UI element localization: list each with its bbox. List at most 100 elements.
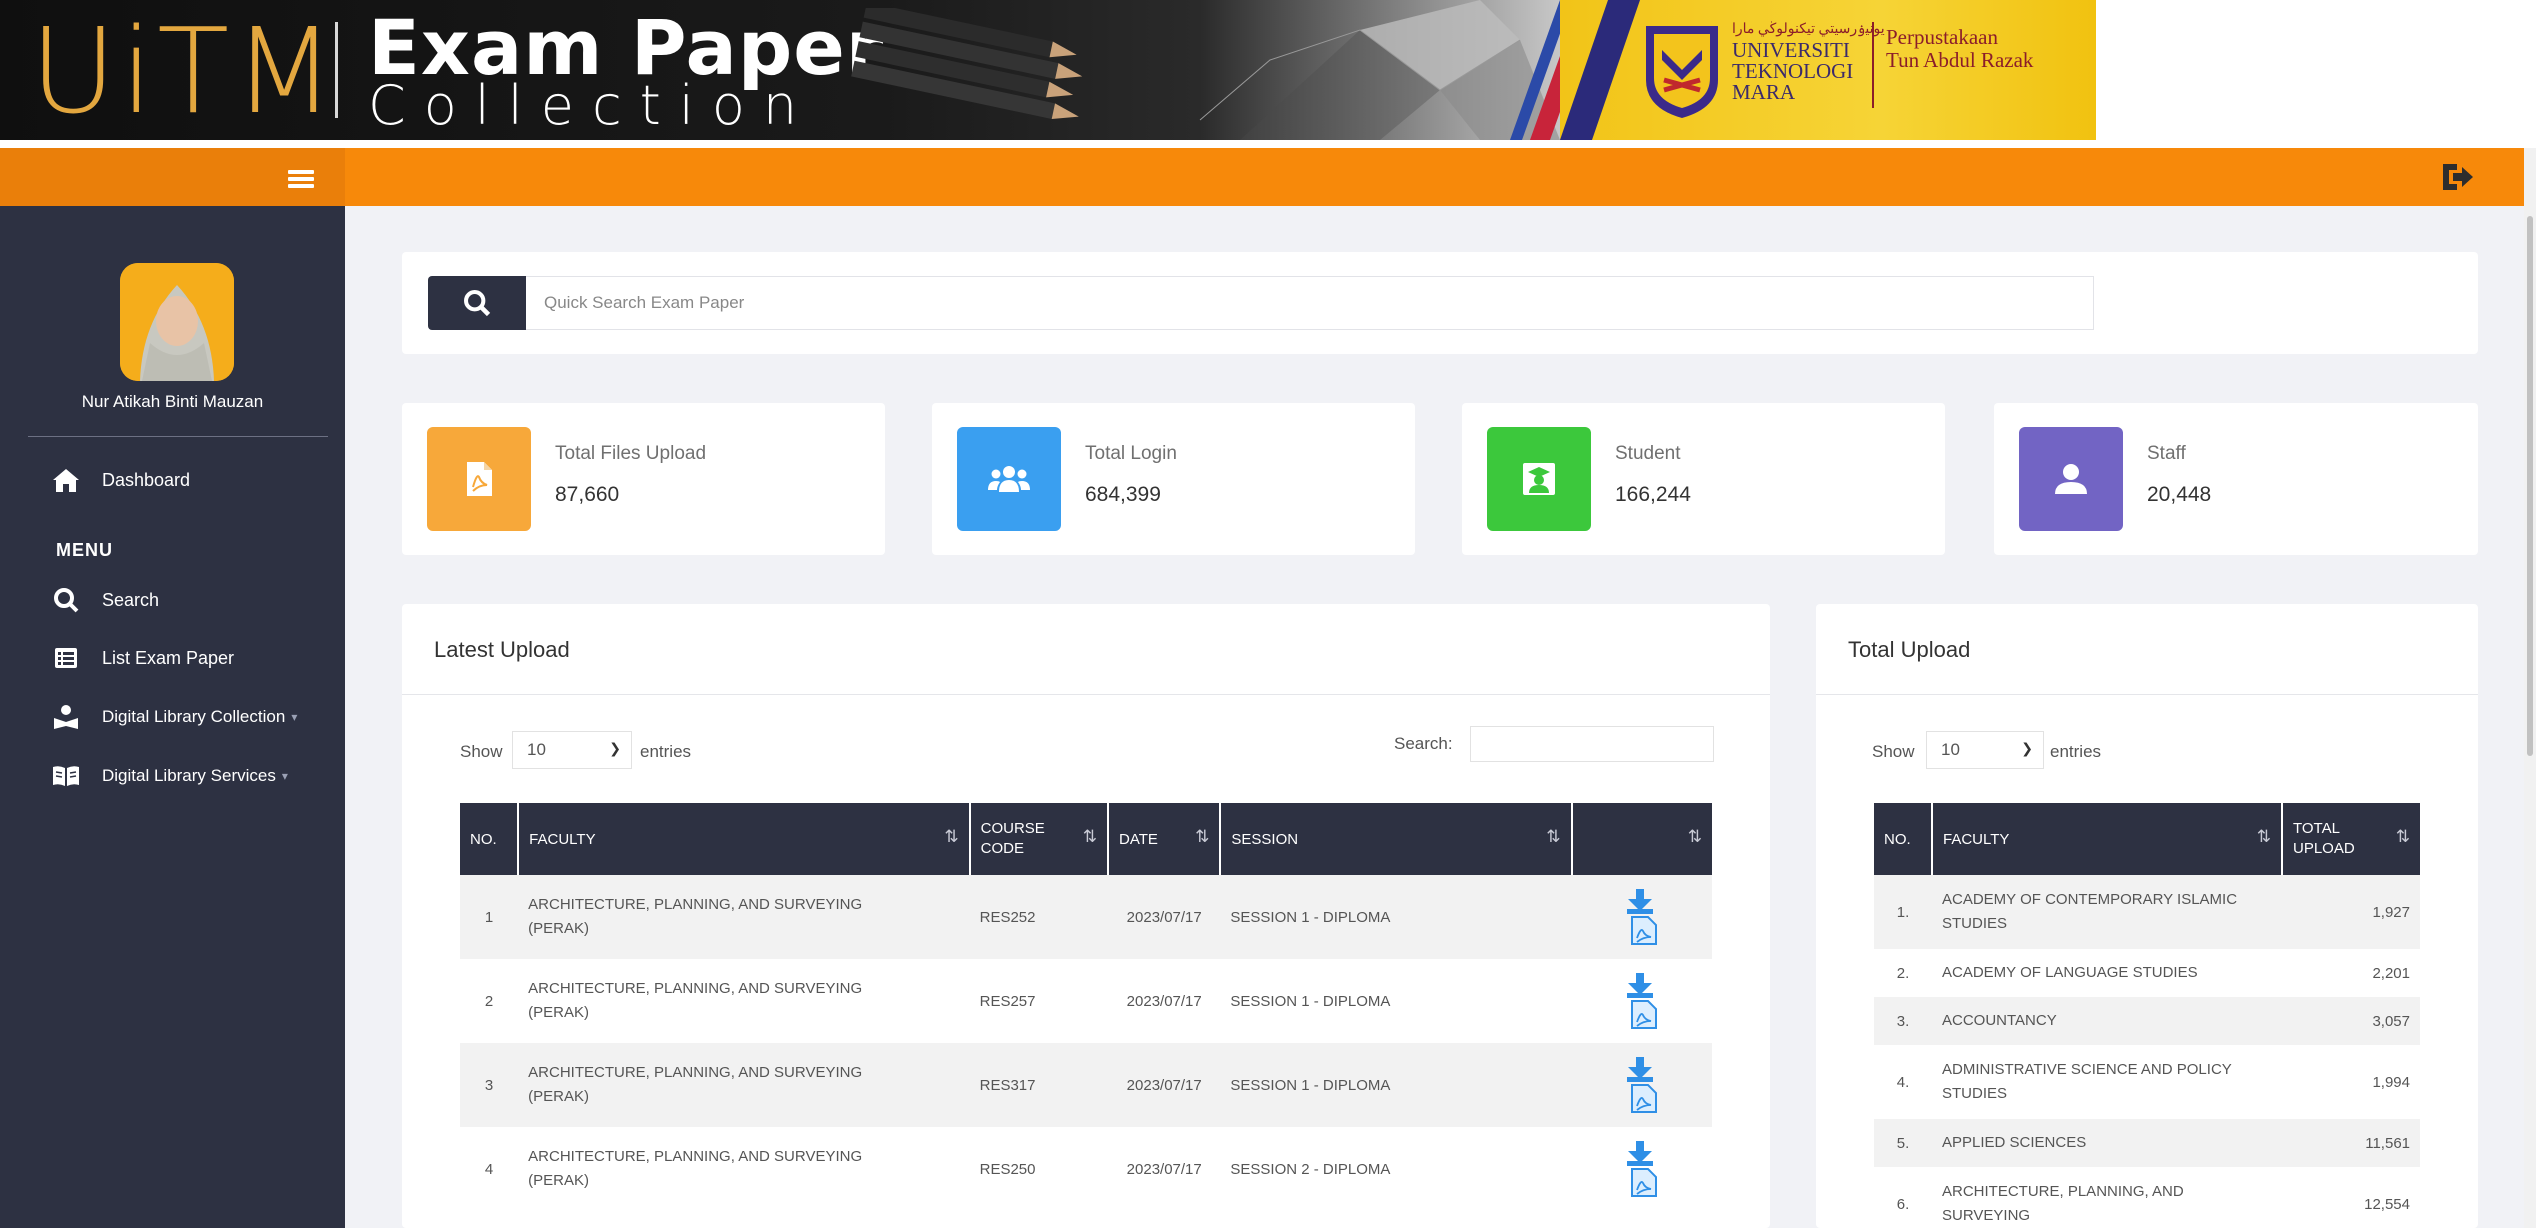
panel-divider	[402, 694, 1770, 695]
sidebar-item-digital-library-collection[interactable]: Digital Library Collection ▾	[52, 703, 297, 731]
table-row: 1 ARCHITECTURE, PLANNING, AND SURVEYING (P…	[460, 875, 1712, 959]
sidebar-item-digital-library-services[interactable]: Digital Library Services ▾	[52, 762, 288, 790]
column-header-no[interactable]: NO.	[460, 803, 520, 875]
column-header-download[interactable]: ⇅	[1571, 803, 1712, 875]
table-row: 4 ARCHITECTURE, PLANNING, AND SURVEYING (P…	[460, 1127, 1712, 1211]
column-header-faculty[interactable]: FACULTY ⇅	[518, 803, 971, 875]
cell-no: 5.	[1874, 1119, 1932, 1167]
show-label: Show	[460, 742, 503, 761]
table-row: 3 ARCHITECTURE, PLANNING, AND SURVEYING (P…	[460, 1043, 1712, 1127]
quick-search-input[interactable]	[526, 276, 2094, 330]
sidebar-item-label: Digital Library Collection	[102, 707, 286, 726]
table-search-input[interactable]	[1470, 726, 1714, 762]
cell-faculty: ARCHITECTURE, PLANNING, AND SURVEYING (PE…	[518, 1127, 970, 1211]
users-icon	[957, 427, 1061, 531]
graduate-icon	[1487, 427, 1591, 531]
sidebar-item-label: Digital Library Services	[102, 766, 276, 785]
stat-value: 684,399	[1085, 483, 1161, 506]
university-name: ﻳﻮﻧﻴۏرسيتي تيكنولوڬي مارا UNIVERSITI TEK…	[1732, 22, 1885, 103]
latest-upload-title: Latest Upload	[434, 637, 570, 662]
cell-course-code: RES317	[969, 1043, 1109, 1127]
sort-icon: ⇅	[1195, 827, 1210, 846]
menu-heading: MENU	[56, 540, 113, 560]
column-header-faculty[interactable]: FACULTY ⇅	[1932, 803, 2283, 875]
sort-icon: ⇅	[2256, 827, 2271, 846]
university-line-3: MARA	[1732, 80, 1796, 104]
total-upload-title: Total Upload	[1848, 637, 1971, 662]
cell-faculty: APPLIED SCIENCES	[1932, 1119, 2282, 1167]
caret-down-icon: ▾	[291, 710, 298, 724]
stat-card-total-login: Total Login 684,399	[932, 403, 1415, 555]
entries-select[interactable]: 10 ❯	[512, 731, 632, 769]
column-header-course-code[interactable]: COURSE CODE ⇅	[969, 803, 1110, 875]
cell-course-code: RES250	[969, 1127, 1109, 1211]
cell-no: 3	[460, 1043, 519, 1127]
cell-course-code: RES252	[969, 875, 1109, 959]
cell-faculty: ARCHITECTURE, PLANNING, AND SURVEYING (PE…	[518, 959, 970, 1043]
stat-label: Student	[1615, 443, 1681, 464]
sidebar-item-dashboard[interactable]: Dashboard	[52, 466, 190, 494]
table-header-row: NO. FACULTY ⇅ COURSE CODE ⇅ DATE ⇅ SESSION ⇅ …	[460, 803, 1712, 875]
cell-date: 2023/07/17	[1108, 1127, 1221, 1211]
stat-card-staff: Staff 20,448	[1994, 403, 2478, 555]
list-icon	[52, 644, 80, 672]
table-row: 6. ARCHITECTURE, PLANNING, AND SURVEYING 12…	[1874, 1167, 2420, 1228]
cell-session: SESSION 2 - DIPLOMA	[1220, 1127, 1572, 1211]
sidebar-item-list-exam-paper[interactable]: List Exam Paper	[52, 644, 234, 672]
sidebar-divider	[28, 436, 328, 437]
cell-total-upload: 12,554	[2282, 1167, 2420, 1228]
cell-no: 4.	[1874, 1045, 1932, 1119]
download-button[interactable]	[1582, 889, 1703, 945]
user-name: Nur Atikah Binti Mauzan	[81, 392, 264, 411]
cell-faculty: ACADEMY OF CONTEMPORARY ISLAMIC STUDIES	[1932, 875, 2282, 949]
download-button[interactable]	[1582, 973, 1703, 1029]
cell-faculty: ARCHITECTURE, PLANNING, AND SURVEYING (PE…	[518, 1043, 970, 1127]
column-header-no[interactable]: NO.	[1874, 803, 1933, 875]
panel-divider	[1816, 694, 2478, 695]
download-button[interactable]	[1582, 1141, 1703, 1197]
university-line-2: TEKNOLOGI	[1732, 59, 1854, 83]
cell-download[interactable]	[1571, 875, 1712, 959]
avatar	[120, 263, 234, 381]
library-line-1: Perpustakaan	[1886, 25, 1998, 49]
logout-icon[interactable]	[2440, 160, 2476, 194]
stat-value: 20,448	[2147, 483, 2212, 506]
pencils-graphic	[851, 8, 1083, 119]
stat-card-student: Student 166,244	[1462, 403, 1945, 555]
download-button[interactable]	[1582, 1057, 1703, 1113]
cell-session: SESSION 1 - DIPLOMA	[1220, 875, 1572, 959]
stat-label: Staff	[2147, 443, 2186, 464]
table-header-row: NO. FACULTY ⇅ TOTAL UPLOAD ⇅	[1874, 803, 2420, 875]
sidebar-item-search[interactable]: Search	[52, 586, 159, 614]
cell-faculty: ACCOUNTANCY	[1932, 997, 2282, 1045]
search-icon	[464, 290, 491, 317]
search-button[interactable]	[428, 276, 526, 330]
hamburger-icon[interactable]	[288, 170, 314, 188]
cell-download[interactable]	[1571, 1043, 1712, 1127]
cell-download[interactable]	[1571, 959, 1712, 1043]
latest-upload-table: NO. FACULTY ⇅ COURSE CODE ⇅ DATE ⇅ SESSION ⇅ …	[460, 803, 1712, 1211]
sort-icon: ⇅	[944, 827, 959, 846]
column-header-date[interactable]: DATE ⇅	[1108, 803, 1222, 875]
page-scrollbar-thumb[interactable]	[2527, 216, 2533, 756]
banner-subtitle: Collection	[368, 74, 816, 137]
stat-label: Total Login	[1085, 443, 1177, 464]
sidebar-item-label: List Exam Paper	[102, 647, 235, 668]
column-header-session[interactable]: SESSION ⇅	[1220, 803, 1573, 875]
entries-select[interactable]: 10 ❯	[1926, 731, 2044, 769]
cell-download[interactable]	[1571, 1127, 1712, 1211]
reader-icon	[52, 703, 80, 731]
download-pdf-icon	[1626, 889, 1657, 945]
download-pdf-icon	[1626, 973, 1657, 1029]
table-row: 4. ADMINISTRATIVE SCIENCE AND POLICY STUDI…	[1874, 1045, 2420, 1119]
table-row: 3. ACCOUNTANCY 3,057	[1874, 997, 2420, 1045]
stat-label: Total Files Upload	[555, 443, 707, 464]
cell-no: 2.	[1874, 949, 1932, 997]
column-header-total-upload[interactable]: TOTAL UPLOAD ⇅	[2282, 803, 2420, 875]
table-row: 2 ARCHITECTURE, PLANNING, AND SURVEYING (P…	[460, 959, 1712, 1043]
show-label: Show	[1872, 742, 1915, 761]
stat-card-total-files-upload: Total Files Upload 87,660	[402, 403, 885, 555]
entries-select-value: 10	[527, 740, 546, 759]
download-pdf-icon	[1626, 1141, 1657, 1197]
sort-icon: ⇅	[1546, 827, 1561, 846]
